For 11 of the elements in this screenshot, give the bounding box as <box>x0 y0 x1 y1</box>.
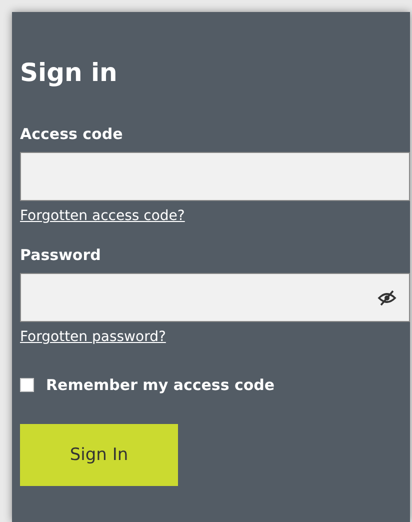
input-field[interactable] <box>20 152 410 201</box>
remember-checkbox[interactable] <box>20 378 34 392</box>
field-label: Access code <box>20 124 123 144</box>
checkbox-label[interactable]: Remember my access code <box>46 376 275 394</box>
field-label: Password <box>20 245 101 265</box>
hide-password-icon[interactable] <box>377 290 397 306</box>
panel-title: Sign in <box>20 58 118 88</box>
password-field[interactable] <box>20 273 410 322</box>
sign-in-button[interactable]: Sign In <box>20 424 178 486</box>
forgotten-link[interactable]: Forgotten password? <box>20 328 166 346</box>
forgotten-link[interactable]: Forgotten access code? <box>20 207 185 225</box>
